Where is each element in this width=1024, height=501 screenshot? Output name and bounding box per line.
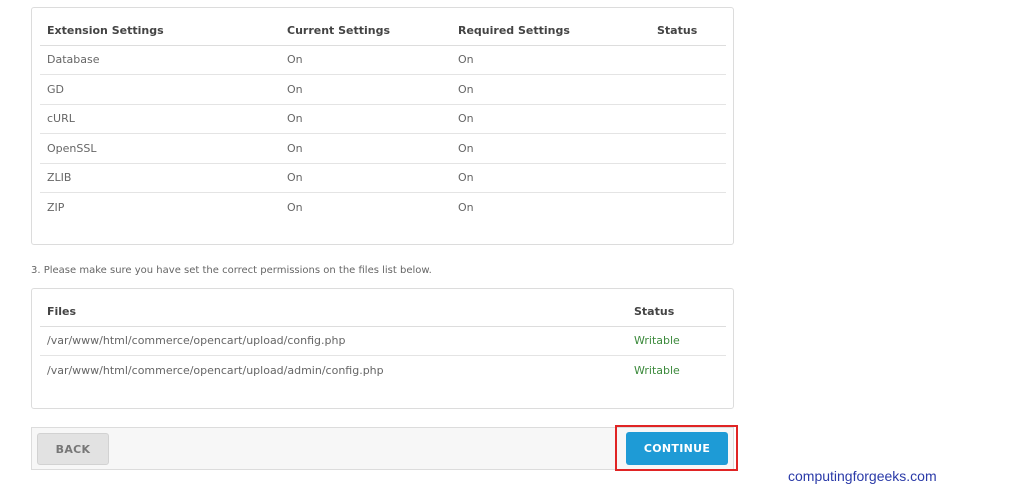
back-button[interactable]: BACK (37, 433, 109, 465)
extension-status (650, 45, 726, 75)
extension-status (650, 74, 726, 105)
required-setting: On (451, 45, 650, 75)
extension-status (650, 133, 726, 164)
required-setting: On (451, 163, 650, 193)
files-permissions-panel: Files Status /var/www/html/commerce/open… (31, 288, 734, 409)
current-setting: On (280, 74, 451, 105)
column-header-current: Current Settings (280, 16, 451, 46)
current-setting: On (280, 104, 451, 134)
extension-name: Database (40, 45, 280, 75)
table-row: Database On On (40, 45, 726, 75)
extension-name: OpenSSL (40, 133, 280, 164)
required-setting: On (451, 104, 650, 134)
file-status: Writable (634, 364, 680, 377)
table-row: GD On On (40, 74, 726, 105)
extension-name: GD (40, 74, 280, 105)
table-row: cURL On On (40, 104, 726, 134)
file-path: /var/www/html/commerce/opencart/upload/a… (47, 364, 384, 377)
column-header-files: Files (40, 297, 627, 327)
extension-name: ZIP (47, 201, 65, 214)
column-header-extension: Extension Settings (40, 16, 280, 46)
permissions-instruction: 3. Please make sure you have set the cor… (31, 265, 432, 276)
extension-status (650, 193, 726, 223)
table-row: /var/www/html/commerce/opencart/upload/a… (40, 356, 726, 386)
extension-name: cURL (40, 104, 280, 134)
current-setting: On (287, 201, 303, 214)
table-header-row: Files Status (40, 297, 726, 327)
column-header-status: Status (650, 16, 726, 46)
extension-settings-panel: Extension Settings Current Settings Requ… (31, 7, 734, 245)
current-setting: On (280, 163, 451, 193)
column-header-required: Required Settings (451, 16, 650, 46)
table-row: ZIP On On (40, 193, 726, 223)
continue-button[interactable]: CONTINUE (626, 432, 728, 465)
extension-settings-table: Extension Settings Current Settings Requ… (40, 16, 726, 222)
extension-status (650, 163, 726, 193)
table-row: ZLIB On On (40, 163, 726, 193)
table-row: /var/www/html/commerce/opencart/upload/c… (40, 326, 726, 356)
file-path: /var/www/html/commerce/opencart/upload/c… (40, 326, 627, 356)
column-header-status: Status (627, 297, 726, 327)
watermark: computingforgeeks.com (788, 468, 937, 484)
required-setting: On (451, 133, 650, 164)
extension-name: ZLIB (40, 163, 280, 193)
required-setting: On (458, 201, 474, 214)
files-table: Files Status /var/www/html/commerce/open… (40, 297, 726, 385)
current-setting: On (280, 45, 451, 75)
table-header-row: Extension Settings Current Settings Requ… (40, 16, 726, 46)
required-setting: On (451, 74, 650, 105)
extension-status (650, 104, 726, 134)
current-setting: On (280, 133, 451, 164)
table-row: OpenSSL On On (40, 133, 726, 164)
file-status: Writable (627, 326, 726, 356)
